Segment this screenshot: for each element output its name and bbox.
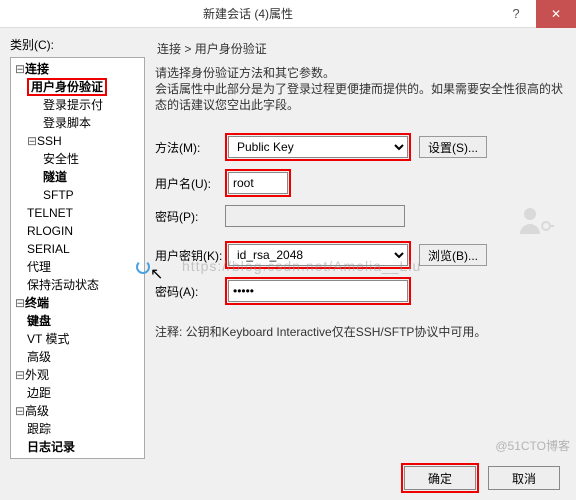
password-input — [225, 205, 405, 227]
userkey-select[interactable]: id_rsa_2048 — [228, 244, 408, 266]
tree-proxy[interactable]: 代理 — [27, 260, 51, 274]
category-tree[interactable]: ⊟连接 用户身份验证 登录提示付 登录脚本 ⊟SSH 安全性 隧道 SFTP T… — [10, 57, 145, 459]
tree-vt[interactable]: VT 模式 — [27, 332, 69, 346]
cancel-button[interactable]: 取消 — [488, 466, 560, 490]
method-label: 方法(M): — [155, 139, 225, 156]
tree-ssh[interactable]: SSH — [37, 134, 62, 148]
browse-button[interactable]: 浏览(B)... — [419, 244, 487, 266]
tree-auth[interactable]: 用户身份验证 — [27, 78, 107, 96]
tree-telnet[interactable]: TELNET — [27, 206, 73, 220]
tree-advanced[interactable]: 高级 — [25, 404, 49, 418]
ok-button[interactable]: 确定 — [404, 466, 476, 490]
note-text: 注释: 公钥和Keyboard Interactive仅在SSH/SFTP协议中… — [155, 323, 566, 340]
category-label: 类别(C): — [10, 36, 145, 53]
method-select[interactable]: Public Key — [228, 136, 408, 158]
loading-icon — [136, 260, 150, 274]
tree-serial[interactable]: SERIAL — [27, 242, 70, 256]
passphrase-input[interactable] — [228, 280, 408, 302]
password-label: 密码(P): — [155, 208, 225, 225]
breadcrumb-a[interactable]: 连接 — [157, 42, 181, 56]
tree-terminal[interactable]: 终端 — [25, 296, 49, 310]
tree-login-script[interactable]: 登录脚本 — [43, 116, 91, 130]
tree-adv-term[interactable]: 高级 — [27, 350, 51, 364]
tree-margin[interactable]: 边距 — [27, 386, 51, 400]
expand-icon[interactable]: ⊟ — [15, 295, 25, 311]
close-button[interactable]: ✕ — [536, 0, 576, 28]
breadcrumb: 连接 > 用户身份验证 — [155, 36, 566, 65]
expand-icon[interactable]: ⊟ — [15, 61, 25, 77]
tree-login-prompt[interactable]: 登录提示付 — [43, 98, 103, 112]
tree-zmodem[interactable]: ZMODEM — [27, 458, 80, 459]
tree-keepalive[interactable]: 保持活动状态 — [27, 278, 99, 292]
passphrase-label: 密码(A): — [155, 283, 225, 300]
userkey-label: 用户密钥(K): — [155, 247, 225, 264]
expand-icon[interactable]: ⊟ — [27, 133, 37, 149]
tree-trace[interactable]: 跟踪 — [27, 422, 51, 436]
tree-rlogin[interactable]: RLOGIN — [27, 224, 73, 238]
titlebar: 新建会话 (4)属性 ? ✕ — [0, 0, 576, 28]
help-button[interactable]: ? — [496, 0, 536, 28]
tree-appearance[interactable]: 外观 — [25, 368, 49, 382]
dialog-footer: 确定 取消 — [0, 460, 576, 496]
tree-tunnel[interactable]: 隧道 — [43, 170, 67, 184]
settings-button[interactable]: 设置(S)... — [419, 136, 487, 158]
tree-log[interactable]: 日志记录 — [27, 440, 75, 454]
window-title: 新建会话 (4)属性 — [0, 5, 496, 22]
tree-sftp[interactable]: SFTP — [43, 188, 74, 202]
tree-connection[interactable]: 连接 — [25, 62, 49, 76]
expand-icon[interactable]: ⊟ — [15, 403, 25, 419]
username-input[interactable] — [228, 172, 288, 194]
breadcrumb-b[interactable]: 用户身份验证 — [195, 42, 267, 56]
tree-security[interactable]: 安全性 — [43, 152, 79, 166]
user-key-icon — [518, 204, 554, 236]
expand-icon[interactable]: ⊟ — [15, 367, 25, 383]
username-label: 用户名(U): — [155, 175, 225, 192]
description: 请选择身份验证方法和其它参数。 会话属性中此部分是为了登录过程更便捷而提供的。如… — [155, 65, 566, 113]
tree-keyboard[interactable]: 键盘 — [27, 314, 51, 328]
